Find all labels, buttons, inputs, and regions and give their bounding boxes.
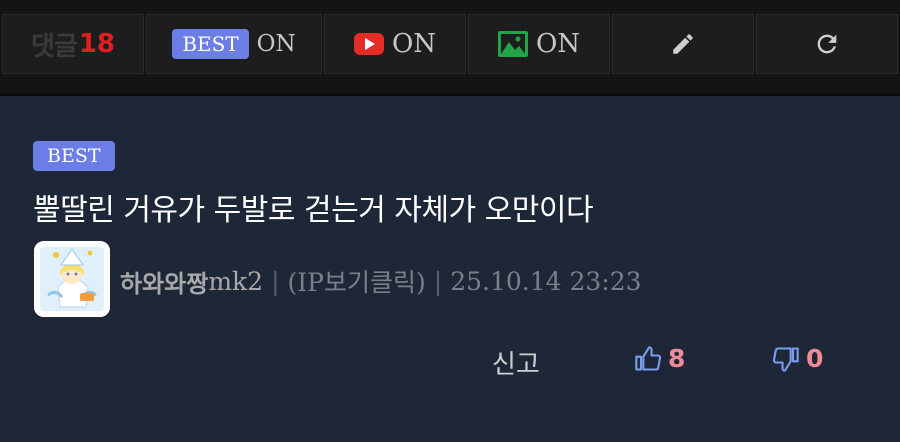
image-icon bbox=[497, 31, 528, 57]
upvote-button[interactable]: 8 bbox=[634, 344, 685, 373]
video-toggle-button[interactable]: ON bbox=[324, 14, 466, 74]
comment-meta: 하와와짱 mk2 | (IP보기클릭) | 25.10.14 23:23 bbox=[120, 263, 642, 299]
comment-date: 25.10.14 23:23 bbox=[450, 266, 642, 296]
video-state: ON bbox=[391, 29, 437, 59]
image-toggle-button[interactable]: ON bbox=[468, 14, 610, 74]
downvote-count: 0 bbox=[806, 344, 824, 373]
separator: | bbox=[271, 266, 280, 296]
youtube-icon bbox=[353, 33, 384, 55]
pencil-icon bbox=[673, 34, 693, 54]
image-state: ON bbox=[535, 29, 581, 59]
author-suffix[interactable]: mk2 bbox=[208, 267, 263, 296]
thumbs-down-icon bbox=[772, 346, 799, 372]
ip-view-link[interactable]: (IP보기클릭) bbox=[288, 263, 426, 299]
comment-item: BEST 뿔딸린 거유가 두발로 걷는거 자체가 오만이다 하와와짱 mk2 |… bbox=[0, 99, 900, 442]
comment-text: 뿔딸린 거유가 두발로 걷는거 자체가 오만이다 bbox=[33, 193, 594, 228]
thumbs-up-icon bbox=[635, 345, 662, 371]
best-toggle-button[interactable]: BEST ON bbox=[146, 14, 322, 74]
avatar[interactable] bbox=[34, 241, 110, 317]
best-state: ON bbox=[256, 31, 296, 57]
comment-actions: 신고 8 0 bbox=[0, 344, 900, 388]
refresh-icon bbox=[817, 34, 837, 54]
comments-label: 댓글 bbox=[30, 31, 78, 62]
best-badge: BEST bbox=[33, 141, 115, 171]
separator: | bbox=[433, 266, 443, 296]
comments-count-button[interactable]: 댓글 18 bbox=[2, 14, 144, 74]
write-button[interactable] bbox=[612, 14, 754, 74]
comments-count: 18 bbox=[78, 29, 116, 59]
comment-toolbar: 댓글 18 BEST ON ON ON bbox=[0, 0, 900, 96]
downvote-button[interactable]: 0 bbox=[772, 344, 823, 373]
author-name[interactable]: 하와와짱 bbox=[120, 264, 208, 299]
refresh-button[interactable] bbox=[756, 14, 898, 74]
report-button[interactable]: 신고 bbox=[492, 344, 540, 381]
upvote-count: 8 bbox=[668, 344, 686, 373]
best-chip: BEST bbox=[172, 29, 249, 59]
